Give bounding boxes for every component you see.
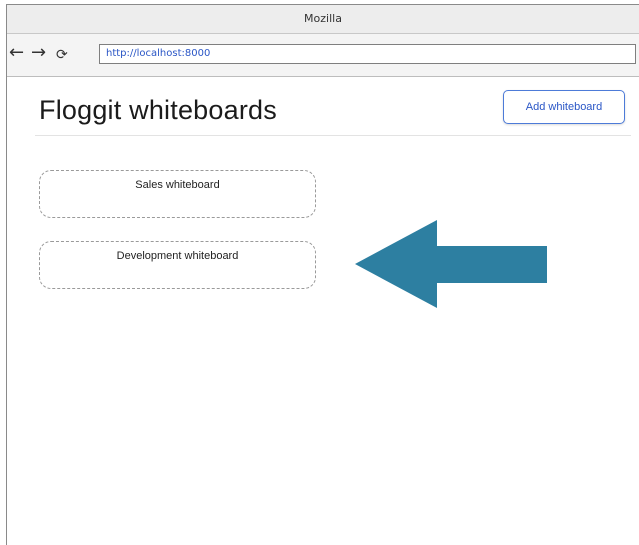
forward-arrow-icon[interactable]: → xyxy=(31,43,46,63)
address-url: http://localhost:8000 xyxy=(106,48,211,59)
whiteboard-card-label: Sales whiteboard xyxy=(135,179,220,191)
window-title: Mozilla xyxy=(304,12,342,25)
back-arrow-icon[interactable]: ← xyxy=(9,43,24,63)
whiteboard-card-sales[interactable]: Sales whiteboard xyxy=(39,170,316,218)
address-bar[interactable]: http://localhost:8000 xyxy=(99,44,636,64)
browser-toolbar: ← → ⟳ http://localhost:8000 xyxy=(7,34,639,77)
header-divider xyxy=(35,135,631,136)
whiteboard-card-development[interactable]: Development whiteboard xyxy=(39,241,316,289)
reload-icon[interactable]: ⟳ xyxy=(56,45,68,65)
add-whiteboard-button[interactable]: Add whiteboard xyxy=(503,90,625,124)
callout-arrow-icon xyxy=(355,220,547,308)
page-title: Floggit whiteboards xyxy=(39,95,277,125)
whiteboard-card-label: Development whiteboard xyxy=(116,250,239,262)
title-bar: Mozilla xyxy=(7,5,639,34)
page-content: Floggit whiteboards Add whiteboard Sales… xyxy=(7,77,639,545)
